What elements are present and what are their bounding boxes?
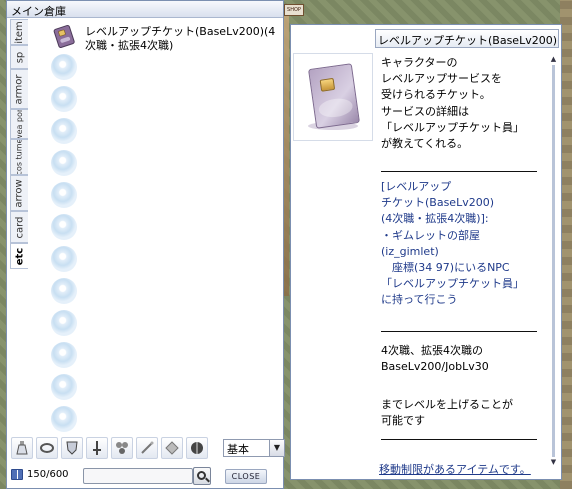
item-description-window: レベルアップチケット(BaseLv200)(4次職・拡張4次職) キャラクターの… [290,24,562,480]
description-level: 4次職、拡張4次職の BaseLv200/JobLv30 [381,344,489,374]
empty-slot[interactable] [51,342,77,368]
search-button[interactable] [193,467,211,485]
ball-icon [191,442,203,454]
tab-sp[interactable]: sp [10,45,28,69]
filter-card-button[interactable] [111,437,133,459]
filter-misc-button[interactable] [161,437,183,459]
filter-ring-button[interactable] [36,437,58,459]
divider [381,171,537,172]
storage-tabs: item sp armor wea pon cos tume arrow car… [9,19,28,269]
sort-value: 基本 [227,443,249,456]
description-location: [レベルアップ チケット(BaseLv200) (4次職・拡張4次職)]: ・ギ… [381,180,524,307]
tab-armor[interactable]: armor [10,69,28,109]
filter-tool-button[interactable] [136,437,158,459]
scroll-down-icon[interactable]: ▼ [549,458,558,467]
sword-icon [93,441,101,455]
tab-etc[interactable]: etc [10,243,28,269]
empty-slot[interactable] [51,118,77,144]
list-item[interactable]: レベルアップチケット(BaseLv200)(4次職・拡張4次職) [51,23,275,52]
tab-item[interactable]: item [10,19,28,45]
empty-slot[interactable] [51,150,77,176]
tab-weapon[interactable]: wea pon [10,109,28,139]
sort-select[interactable]: 基本 ▼ [223,439,285,457]
description-titlebar[interactable]: レベルアップチケット(BaseLv200)(4次職・拡張4次職) [375,29,559,48]
empty-slot[interactable] [51,310,77,336]
chevron-down-icon[interactable]: ▼ [269,440,284,456]
storage-titlebar[interactable]: メイン倉庫 [7,1,283,18]
tab-arrow[interactable]: arrow [10,175,28,211]
ticket-icon [53,24,75,48]
filter-potion-button[interactable] [11,437,33,459]
wand-icon [141,441,154,454]
description-paragraph: キャラクターの レベルアップサービスを 受けられるチケット。 サービスの詳細は … [381,56,524,151]
empty-slot[interactable] [51,278,77,304]
empty-slot[interactable] [51,406,77,432]
description-title: レベルアップチケット(BaseLv200)(4次職・拡張4次職) [378,34,558,47]
filter-armor-button[interactable] [61,437,83,459]
book-icon [11,469,23,480]
tab-card[interactable]: card [10,211,28,243]
empty-slot[interactable] [51,214,77,240]
storage-count: 150/600 [27,469,69,480]
item-illustration [293,53,373,141]
item-name: レベルアップチケット(BaseLv200)(4次職・拡張4次職) [85,25,276,52]
empty-slot[interactable] [51,54,77,80]
tab-costume[interactable]: cos tume [10,139,28,175]
storage-window: メイン倉庫 item sp armor wea pon cos tume arr… [6,0,285,489]
divider [381,439,537,440]
empty-slot[interactable] [51,246,77,272]
armor-icon [66,441,78,455]
description-scrollbar[interactable]: ▲ ▼ [549,55,558,467]
close-button[interactable]: CLOSE [225,469,267,484]
potion-icon [16,441,28,455]
empty-slot[interactable] [51,182,77,208]
ticket-card-image [308,63,360,129]
shop-sign: SHOP [284,4,304,16]
scroll-up-icon[interactable]: ▲ [549,55,558,64]
storage-filter-toolbar: 基本 ▼ [9,437,285,461]
storage-footer: 150/600 CLOSE [7,463,283,489]
box-icon [116,442,128,454]
filter-weapon-button[interactable] [86,437,108,459]
filter-all-button[interactable] [186,437,208,459]
description-note: までレベルを上げることが 可能です [381,398,513,428]
empty-slot[interactable] [51,374,77,400]
empty-slot[interactable] [51,86,77,112]
ring-icon [40,443,54,453]
divider [381,331,537,332]
card-icon [165,441,179,455]
move-restriction-link[interactable]: 移動制限があるアイテムです。 [379,461,531,477]
search-input[interactable] [83,468,193,484]
storage-title: メイン倉庫 [11,5,66,18]
